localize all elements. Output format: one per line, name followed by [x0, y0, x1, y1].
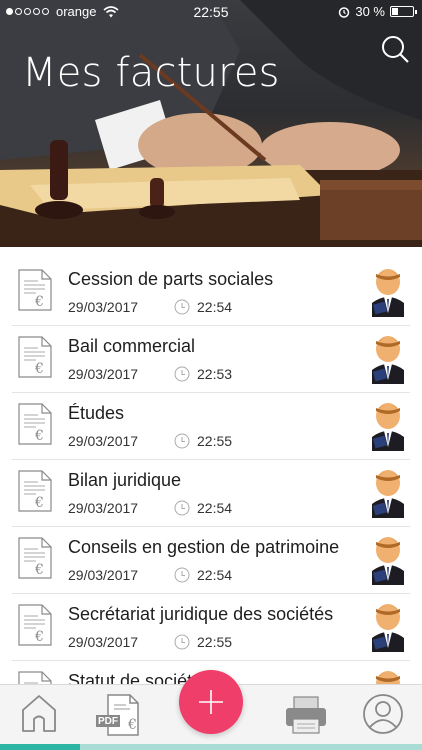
- status-bar: orange 22:55 30 %: [0, 0, 422, 24]
- clock-icon: [174, 500, 190, 516]
- svg-text:€: €: [34, 428, 44, 444]
- invoice-time: 22:55: [197, 433, 233, 449]
- invoice-row[interactable]: € Bail commercial 29/03/2017 22:53: [0, 326, 422, 393]
- invoice-row[interactable]: € Secrétariat juridique des sociétés 29/…: [0, 594, 422, 661]
- invoice-title: Secrétariat juridique des sociétés: [68, 604, 334, 624]
- search-icon[interactable]: [380, 34, 410, 64]
- header-photo: orange 22:55 30 % Mes factures: [0, 0, 422, 247]
- invoice-document-icon: €: [18, 269, 52, 311]
- battery-icon: [390, 6, 417, 17]
- svg-text:€: €: [34, 629, 44, 645]
- printer-icon[interactable]: [284, 695, 328, 735]
- pdf-invoice-icon: €: [96, 694, 139, 736]
- invoice-title: Bilan juridique: [68, 470, 182, 490]
- home-icon[interactable]: [18, 693, 60, 735]
- svg-text:€: €: [127, 717, 137, 733]
- clock-icon: [174, 366, 190, 382]
- invoice-row[interactable]: € Études 29/03/2017 22:55: [0, 393, 422, 460]
- svg-text:€: €: [34, 495, 44, 511]
- pdf-label: PDF: [98, 716, 118, 727]
- invoice-title: Statut de société: [68, 671, 203, 684]
- svg-text:€: €: [34, 294, 44, 310]
- page-title: Mes factures: [22, 50, 280, 96]
- alarm-icon: [339, 6, 350, 18]
- invoice-time: 22:53: [197, 366, 233, 382]
- invoice-document-icon: €: [18, 470, 52, 512]
- add-button[interactable]: [179, 670, 243, 734]
- lawyer-signing-photo: [0, 0, 422, 247]
- lawyer-avatar-icon: [376, 671, 400, 684]
- clock-icon: [174, 299, 190, 315]
- invoice-document-icon: €: [18, 604, 52, 646]
- user-icon[interactable]: [362, 693, 404, 735]
- invoice-row[interactable]: € Bilan juridique 29/03/2017 22:54: [0, 460, 422, 527]
- invoice-date: 29/03/2017: [68, 299, 139, 315]
- invoice-date: 29/03/2017: [68, 366, 139, 382]
- svg-text:€: €: [34, 361, 44, 377]
- clock-icon: [174, 567, 190, 583]
- battery-group: 30 %: [338, 4, 417, 19]
- invoice-time: 22:54: [197, 299, 233, 315]
- invoice-date: 29/03/2017: [68, 433, 139, 449]
- clock-icon: [174, 433, 190, 449]
- svg-text:€: €: [34, 562, 44, 578]
- lawyer-avatar-icon: [372, 269, 404, 317]
- lawyer-avatar-icon: [372, 336, 404, 384]
- lawyer-avatar-icon: [372, 470, 404, 518]
- lawyer-avatar-icon: [372, 537, 404, 585]
- invoice-title: Études: [68, 403, 125, 423]
- add-icon: [199, 690, 223, 714]
- invoice-document-icon: €: [18, 537, 52, 579]
- invoice-document-icon: €: [18, 671, 52, 684]
- invoice-document-icon: €: [18, 403, 52, 445]
- invoice-title: Cession de parts sociales: [68, 269, 274, 289]
- invoice-time: 22:55: [197, 634, 233, 650]
- invoice-row[interactable]: € Conseils en gestion de patrimoine 29/0…: [0, 527, 422, 594]
- progress-track: [0, 744, 422, 750]
- invoice-date: 29/03/2017: [68, 500, 139, 516]
- invoice-date: 29/03/2017: [68, 567, 139, 583]
- lawyer-avatar-icon: [372, 604, 404, 652]
- invoice-title: Conseils en gestion de patrimoine: [68, 537, 340, 557]
- clock-icon: [174, 634, 190, 650]
- invoice-title: Bail commercial: [68, 336, 196, 356]
- progress-fill: [0, 744, 81, 750]
- invoice-list: € Cession de parts sociales 29/03/2017 2…: [0, 259, 422, 684]
- invoice-document-icon: €: [18, 336, 52, 378]
- battery-percent: 30 %: [355, 4, 385, 19]
- invoice-time: 22:54: [197, 500, 233, 516]
- invoice-date: 29/03/2017: [68, 634, 139, 650]
- pdf-invoice-tab[interactable]: € PDF: [96, 691, 142, 739]
- invoice-time: 22:54: [197, 567, 233, 583]
- invoice-row[interactable]: € Cession de parts sociales 29/03/2017 2…: [0, 259, 422, 326]
- lawyer-avatar-icon: [372, 403, 404, 451]
